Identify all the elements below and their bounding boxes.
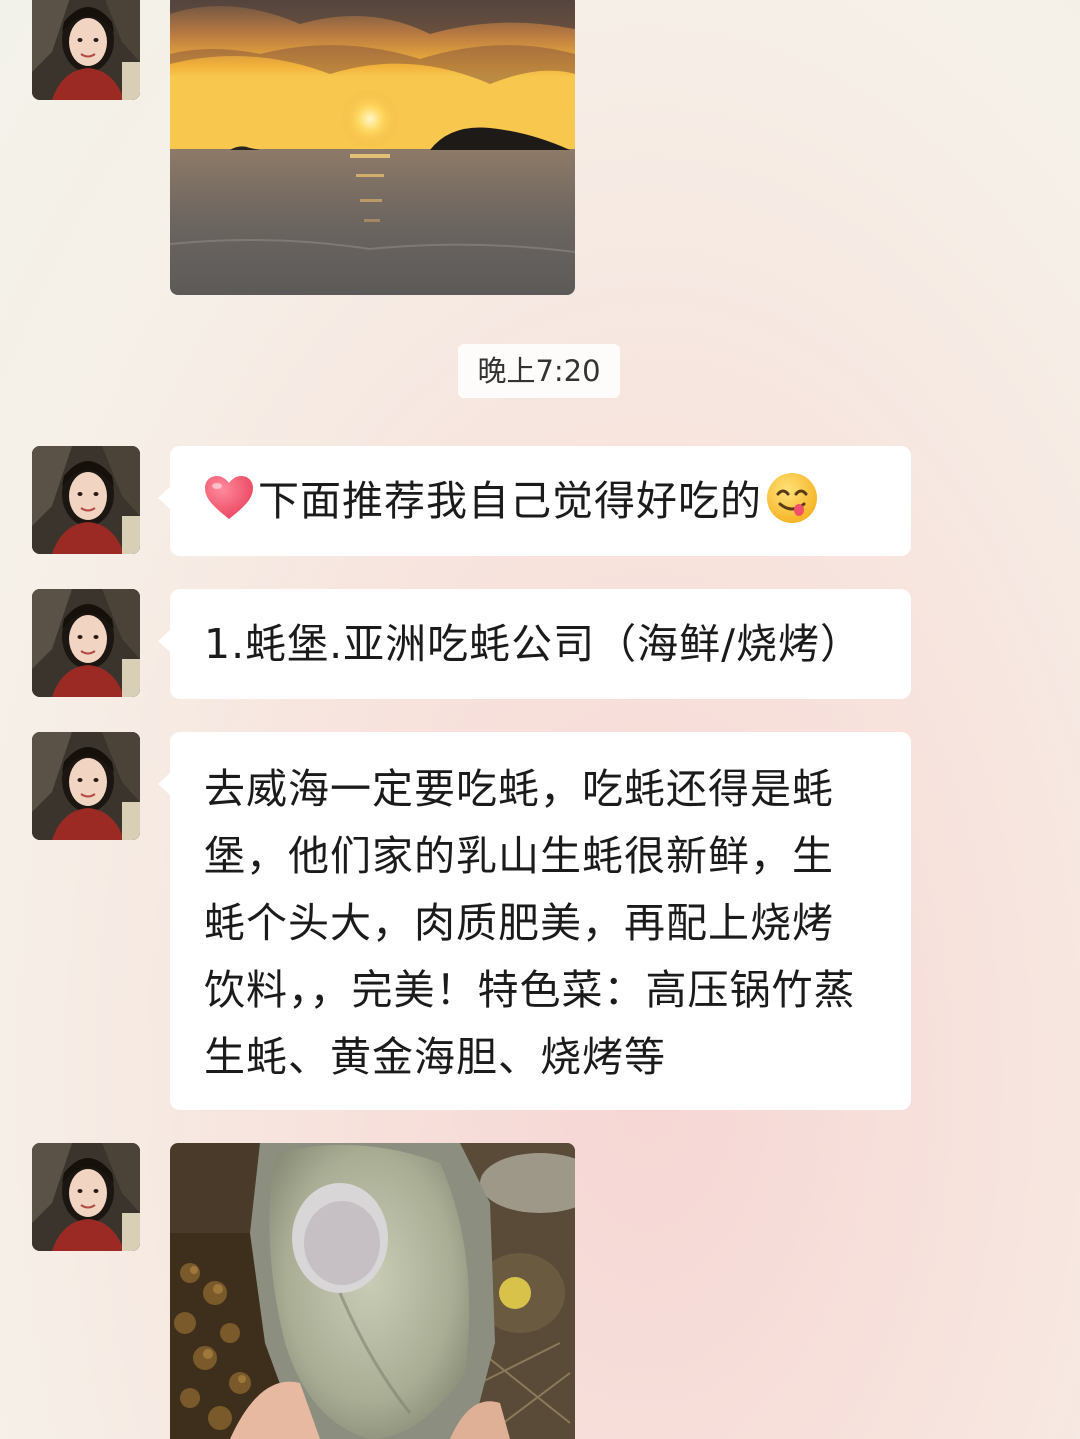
message-line: 蚝个头大，肉质肥美，再配上烧烤 — [204, 899, 834, 947]
avatar[interactable] — [32, 1143, 140, 1251]
sunset-photo[interactable] — [170, 0, 575, 295]
avatar[interactable] — [32, 0, 140, 100]
oyster-photo[interactable] — [170, 1143, 575, 1439]
avatar[interactable] — [32, 732, 140, 840]
text-message-bubble[interactable]: 1.蚝堡.亚洲吃蚝公司（海鲜/烧烤） — [158, 589, 911, 699]
yum-face-emoji-icon — [767, 473, 817, 523]
red-heart-icon — [205, 476, 253, 519]
message-line: 堡，他们家的乳山生蚝很新鲜，生 — [204, 832, 834, 880]
avatar[interactable] — [32, 446, 140, 554]
message-text: 1.蚝堡.亚洲吃蚝公司（海鲜/烧烤） — [204, 620, 862, 668]
text-message-bubble[interactable]: 下面推荐我自己觉得好吃的 — [158, 446, 911, 556]
avatar[interactable] — [32, 589, 140, 697]
text-message-bubble[interactable]: 去威海一定要吃蚝，吃蚝还得是蚝 堡，他们家的乳山生蚝很新鲜，生 蚝个头大，肉质肥… — [158, 732, 911, 1110]
message-text: 下面推荐我自己觉得好吃的 — [258, 477, 762, 525]
message-line: 去威海一定要吃蚝，吃蚝还得是蚝 — [204, 765, 834, 813]
message-line: 生蚝、黄金海胆、烧烤等 — [204, 1033, 666, 1081]
chat-timestamp: 晚上7:20 — [458, 344, 620, 398]
message-line: 饮料，，完美！特色菜：高压锅竹蒸 — [204, 966, 856, 1014]
